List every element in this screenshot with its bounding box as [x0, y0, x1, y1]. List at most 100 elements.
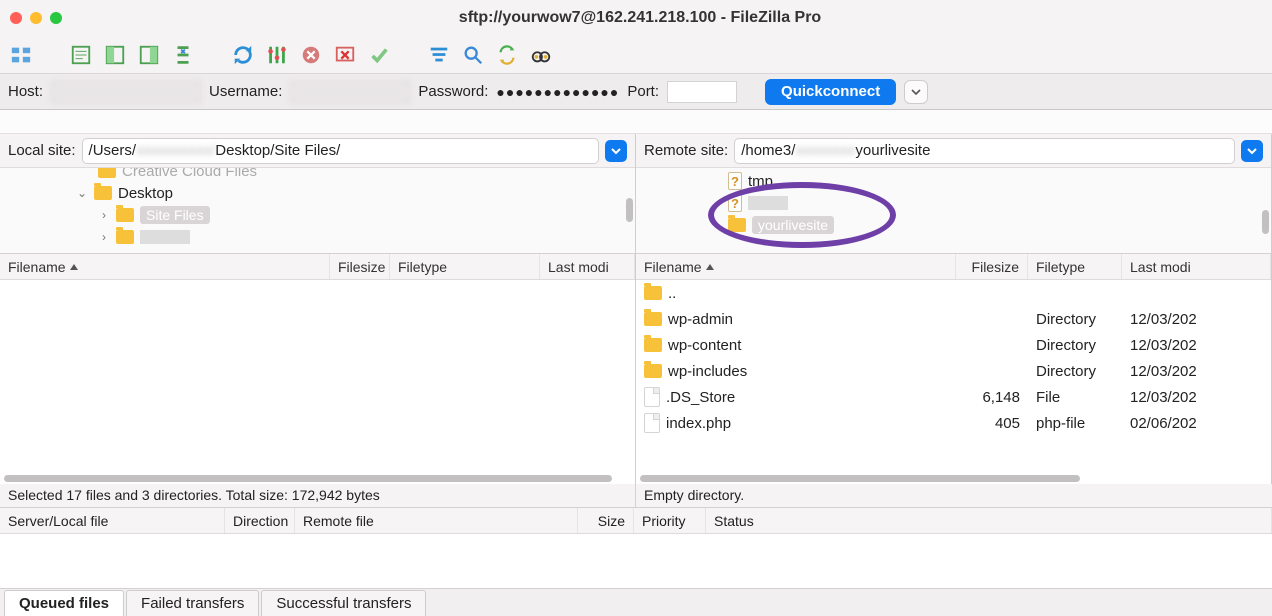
file-type: Directory	[1028, 332, 1122, 358]
filter-icon[interactable]	[426, 42, 452, 68]
col-direction[interactable]: Direction	[225, 508, 295, 533]
folder-icon	[116, 208, 134, 222]
file-row[interactable]: wp-adminDirectory12/03/202	[636, 306, 1271, 332]
file-type	[1028, 280, 1122, 306]
col-server-file[interactable]: Server/Local file	[0, 508, 225, 533]
window-controls	[10, 12, 62, 24]
col-filetype[interactable]: Filetype	[390, 254, 540, 279]
chevron-right-icon[interactable]: ›	[98, 230, 110, 244]
local-site-dropdown[interactable]	[605, 140, 627, 162]
local-file-header: Filename Filesize Filetype Last modi	[0, 254, 635, 280]
scrollbar-horizontal[interactable]	[4, 475, 612, 482]
chevron-down-icon[interactable]: ⌄	[76, 186, 88, 200]
toggle-log-icon[interactable]	[68, 42, 94, 68]
file-row[interactable]: wp-contentDirectory12/03/202	[636, 332, 1271, 358]
path-segment: /Users/	[89, 142, 137, 159]
path-segment: Desktop/Site Files/	[215, 142, 340, 159]
message-log	[0, 110, 1272, 134]
file-name: index.php	[666, 415, 731, 432]
col-status[interactable]: Status	[706, 508, 1272, 533]
file-icon	[644, 387, 660, 407]
file-size	[956, 358, 1028, 384]
tree-item-tmp[interactable]: ?tmp	[636, 170, 1271, 192]
local-file-list[interactable]	[0, 280, 635, 484]
file-row[interactable]: ..	[636, 280, 1271, 306]
toggle-remote-tree-icon[interactable]	[136, 42, 162, 68]
close-window-icon[interactable]	[10, 12, 22, 24]
disconnect-icon[interactable]	[332, 42, 358, 68]
toggle-queue-icon[interactable]	[170, 42, 196, 68]
file-list-status: Selected 17 files and 3 directories. Tot…	[0, 484, 1272, 508]
bottom-tabs: Queued files Failed transfers Successful…	[0, 588, 1272, 616]
host-input[interactable]	[51, 81, 201, 103]
quickconnect-bar: Host: Username: Password: ●●●●●●●●●●●●● …	[0, 74, 1272, 110]
minimize-window-icon[interactable]	[30, 12, 42, 24]
col-filesize[interactable]: Filesize	[956, 254, 1028, 279]
remote-site-path[interactable]: /home3/xxxxxxxxyourlivesite	[734, 138, 1235, 164]
username-input[interactable]	[290, 81, 410, 103]
refresh-icon[interactable]	[230, 42, 256, 68]
file-name: wp-includes	[668, 363, 747, 380]
file-modified	[1122, 280, 1271, 306]
redacted-segment: xxxxxxxxxx/	[136, 142, 215, 159]
chevron-right-icon[interactable]: ›	[98, 208, 110, 222]
cancel-icon[interactable]	[298, 42, 324, 68]
remote-site-dropdown[interactable]	[1241, 140, 1263, 162]
tab-queued-files[interactable]: Queued files	[4, 590, 124, 616]
scrollbar-vertical[interactable]	[626, 198, 633, 222]
process-queue-icon[interactable]	[264, 42, 290, 68]
col-priority[interactable]: Priority	[634, 508, 706, 533]
tree-item-site-files[interactable]: ›Site Files	[0, 204, 635, 226]
file-type: php-file	[1028, 410, 1122, 436]
unknown-folder-icon: ?	[728, 172, 742, 190]
password-label: Password:	[418, 83, 488, 100]
quickconnect-history-dropdown[interactable]	[904, 80, 928, 104]
col-filesize[interactable]: Filesize	[330, 254, 390, 279]
col-filename[interactable]: Filename	[636, 254, 956, 279]
transfer-queue-header: Server/Local file Direction Remote file …	[0, 508, 1272, 534]
file-size: 405	[956, 410, 1028, 436]
col-filetype[interactable]: Filetype	[1028, 254, 1122, 279]
local-site-path[interactable]: /Users/xxxxxxxxxx/Desktop/Site Files/	[82, 138, 599, 164]
col-modified[interactable]: Last modi	[540, 254, 635, 279]
remote-tree[interactable]: ?tmp ? yourlivesite	[636, 168, 1271, 254]
file-name: wp-admin	[668, 311, 733, 328]
col-remote-file[interactable]: Remote file	[295, 508, 578, 533]
tree-item-label: Desktop	[118, 185, 173, 202]
toggle-local-tree-icon[interactable]	[102, 42, 128, 68]
tree-item[interactable]: ›	[0, 226, 635, 248]
scrollbar-horizontal[interactable]	[640, 475, 1080, 482]
file-icon	[644, 413, 660, 433]
remote-status: Empty directory.	[636, 484, 1272, 507]
port-input[interactable]	[667, 81, 737, 103]
file-name: .DS_Store	[666, 389, 735, 406]
file-name: ..	[668, 285, 676, 302]
file-modified: 12/03/202	[1122, 332, 1271, 358]
search-icon[interactable]	[460, 42, 486, 68]
tree-item-desktop[interactable]: ⌄ Desktop	[0, 182, 635, 204]
file-row[interactable]: .DS_Store6,148File12/03/202	[636, 384, 1271, 410]
file-size	[956, 306, 1028, 332]
sync-browse-icon[interactable]	[494, 42, 520, 68]
file-row[interactable]: index.php405php-file02/06/202	[636, 410, 1271, 436]
remote-site-label: Remote site:	[644, 142, 728, 159]
tab-failed-transfers[interactable]: Failed transfers	[126, 590, 259, 616]
local-tree[interactable]: Creative Cloud Files ⌄Desktop ›Site File…	[0, 168, 635, 254]
col-modified[interactable]: Last modi	[1122, 254, 1271, 279]
file-type: Directory	[1028, 306, 1122, 332]
maximize-window-icon[interactable]	[50, 12, 62, 24]
reconnect-icon[interactable]	[366, 42, 392, 68]
folder-icon	[644, 364, 662, 378]
file-row[interactable]: wp-includesDirectory12/03/202	[636, 358, 1271, 384]
password-input[interactable]: ●●●●●●●●●●●●●	[496, 84, 619, 100]
col-filename[interactable]: Filename	[0, 254, 330, 279]
remote-file-list[interactable]: .. wp-admin Directory12/03/202wp-contentDi…	[636, 280, 1271, 484]
quickconnect-button[interactable]: Quickconnect	[765, 79, 896, 105]
col-size[interactable]: Size	[578, 508, 634, 533]
scrollbar-vertical[interactable]	[1262, 210, 1269, 234]
compare-icon[interactable]	[528, 42, 554, 68]
transfer-queue-list[interactable]	[0, 534, 1272, 588]
site-manager-icon[interactable]	[8, 42, 34, 68]
window-title: sftp://yourwow7@162.241.218.100 - FileZi…	[78, 9, 1202, 27]
tab-successful-transfers[interactable]: Successful transfers	[261, 590, 426, 616]
